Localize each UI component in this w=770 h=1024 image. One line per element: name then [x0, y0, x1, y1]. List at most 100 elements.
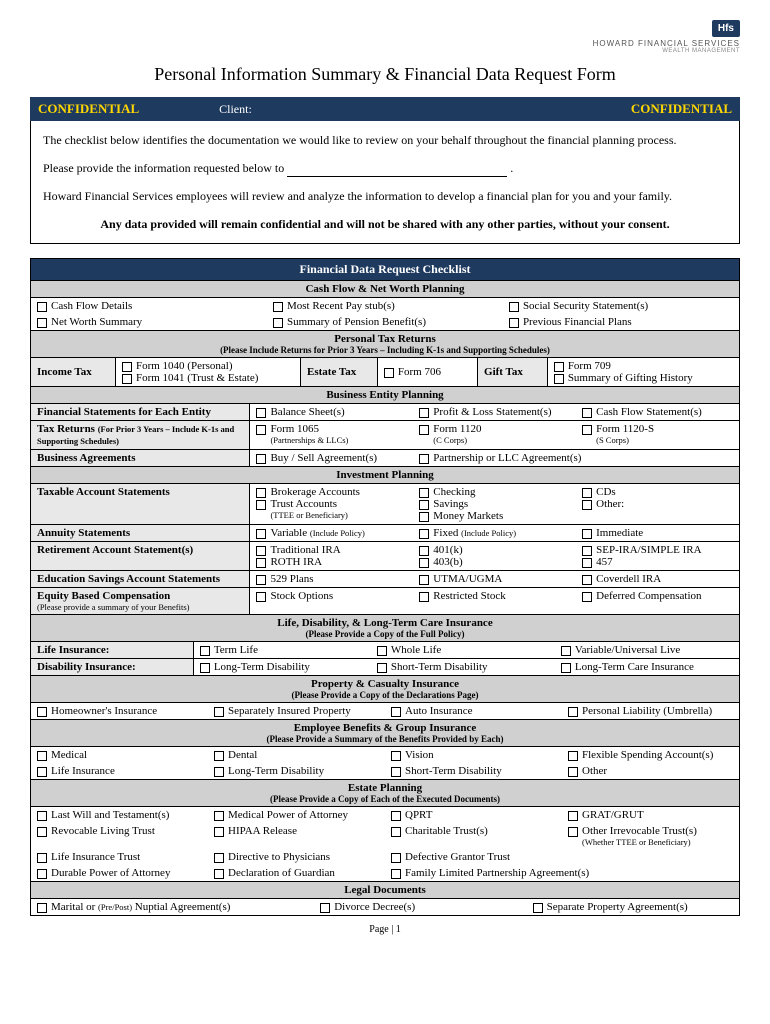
checkbox[interactable]	[256, 425, 266, 435]
checkbox[interactable]	[419, 592, 429, 602]
checkbox[interactable]	[384, 368, 394, 378]
section-employee: Employee Benefits & Group Insurance (Ple…	[31, 719, 739, 746]
checkbox[interactable]	[419, 425, 429, 435]
checkbox[interactable]	[273, 318, 283, 328]
intro-p4: Any data provided will remain confidenti…	[43, 215, 727, 233]
checkbox[interactable]	[568, 751, 578, 761]
checkbox[interactable]	[582, 558, 592, 568]
checkbox[interactable]	[419, 408, 429, 418]
recipient-blank[interactable]	[287, 176, 507, 177]
checkbox[interactable]	[37, 318, 47, 328]
confidential-right: CONFIDENTIAL	[631, 101, 732, 117]
checkbox[interactable]	[419, 500, 429, 510]
checkbox[interactable]	[37, 751, 47, 761]
checkbox[interactable]	[391, 853, 401, 863]
checkbox[interactable]	[419, 575, 429, 585]
checkbox[interactable]	[419, 558, 429, 568]
section-estate: Estate Planning (Please Provide a Copy o…	[31, 779, 739, 806]
checkbox[interactable]	[256, 558, 266, 568]
checkbox[interactable]	[214, 707, 224, 717]
checkbox[interactable]	[391, 811, 401, 821]
page-title: Personal Information Summary & Financial…	[30, 64, 740, 85]
checkbox[interactable]	[256, 592, 266, 602]
checkbox[interactable]	[391, 869, 401, 879]
checkbox[interactable]	[582, 575, 592, 585]
checkbox[interactable]	[554, 374, 564, 384]
checkbox[interactable]	[37, 903, 47, 913]
estate-row4: Durable Power of Attorney Declaration of…	[31, 865, 739, 881]
checkbox[interactable]	[419, 529, 429, 539]
checkbox[interactable]	[256, 529, 266, 539]
checkbox[interactable]	[554, 362, 564, 372]
checkbox[interactable]	[37, 827, 47, 837]
invest-row3: Retirement Account Statement(s) Traditio…	[31, 541, 739, 570]
checkbox[interactable]	[377, 646, 387, 656]
estate-row1: Last Will and Testament(s) Medical Power…	[31, 806, 739, 823]
checkbox[interactable]	[533, 903, 543, 913]
checkbox[interactable]	[561, 663, 571, 673]
business-row3: Business Agreements Buy / Sell Agreement…	[31, 449, 739, 466]
checkbox[interactable]	[273, 302, 283, 312]
confidential-left: CONFIDENTIAL	[38, 101, 139, 117]
checkbox[interactable]	[37, 853, 47, 863]
checkbox[interactable]	[509, 318, 519, 328]
employee-row1: Medical Dental Vision Flexible Spending …	[31, 746, 739, 763]
checkbox[interactable]	[568, 827, 578, 837]
estate-row2: Revocable Living Trust HIPAA Release Cha…	[31, 823, 739, 849]
checkbox[interactable]	[200, 646, 210, 656]
invest-row4: Education Savings Account Statements 529…	[31, 570, 739, 587]
property-row1: Homeowner's Insurance Separately Insured…	[31, 702, 739, 719]
section-legal-header: Legal Documents	[31, 881, 739, 898]
income-tax-label: Income Tax	[31, 358, 116, 386]
checkbox[interactable]	[214, 827, 224, 837]
checkbox[interactable]	[582, 592, 592, 602]
checkbox[interactable]	[419, 512, 429, 522]
checkbox[interactable]	[561, 646, 571, 656]
checkbox[interactable]	[214, 853, 224, 863]
checkbox[interactable]	[256, 454, 266, 464]
checkbox[interactable]	[391, 751, 401, 761]
employee-row2: Life Insurance Long-Term Disability Shor…	[31, 763, 739, 779]
life-row2: Disability Insurance: Long-Term Disabili…	[31, 658, 739, 675]
checkbox[interactable]	[200, 663, 210, 673]
checkbox[interactable]	[122, 374, 132, 384]
checkbox[interactable]	[37, 707, 47, 717]
checkbox[interactable]	[214, 767, 224, 777]
checkbox[interactable]	[391, 827, 401, 837]
checkbox[interactable]	[391, 767, 401, 777]
checkbox[interactable]	[568, 811, 578, 821]
checkbox[interactable]	[582, 529, 592, 539]
checkbox[interactable]	[582, 425, 592, 435]
checkbox[interactable]	[256, 488, 266, 498]
checkbox[interactable]	[509, 302, 519, 312]
estate-tax-label: Estate Tax	[300, 358, 378, 386]
checkbox[interactable]	[37, 811, 47, 821]
page-footer: Page | 1	[30, 924, 740, 935]
checkbox[interactable]	[419, 488, 429, 498]
checkbox[interactable]	[377, 663, 387, 673]
checkbox[interactable]	[419, 546, 429, 556]
checkbox[interactable]	[582, 500, 592, 510]
checkbox[interactable]	[256, 546, 266, 556]
checkbox[interactable]	[582, 408, 592, 418]
legal-row1: Marital or (Pre/Post) Nuptial Agreement(…	[31, 898, 739, 915]
checkbox[interactable]	[419, 454, 429, 464]
checkbox[interactable]	[122, 362, 132, 372]
checkbox[interactable]	[214, 811, 224, 821]
checkbox[interactable]	[582, 488, 592, 498]
checkbox[interactable]	[568, 767, 578, 777]
checkbox[interactable]	[37, 302, 47, 312]
checkbox[interactable]	[256, 408, 266, 418]
checkbox[interactable]	[214, 751, 224, 761]
checkbox[interactable]	[256, 500, 266, 510]
checkbox[interactable]	[37, 869, 47, 879]
checkbox[interactable]	[568, 707, 578, 717]
checkbox[interactable]	[582, 546, 592, 556]
checkbox[interactable]	[256, 575, 266, 585]
checkbox[interactable]	[214, 869, 224, 879]
checkbox[interactable]	[391, 707, 401, 717]
checkbox[interactable]	[320, 903, 330, 913]
checkbox[interactable]	[37, 767, 47, 777]
life-row1: Life Insurance: Term Life Whole Life Var…	[31, 641, 739, 658]
invest-row1: Taxable Account Statements Brokerage Acc…	[31, 483, 739, 524]
